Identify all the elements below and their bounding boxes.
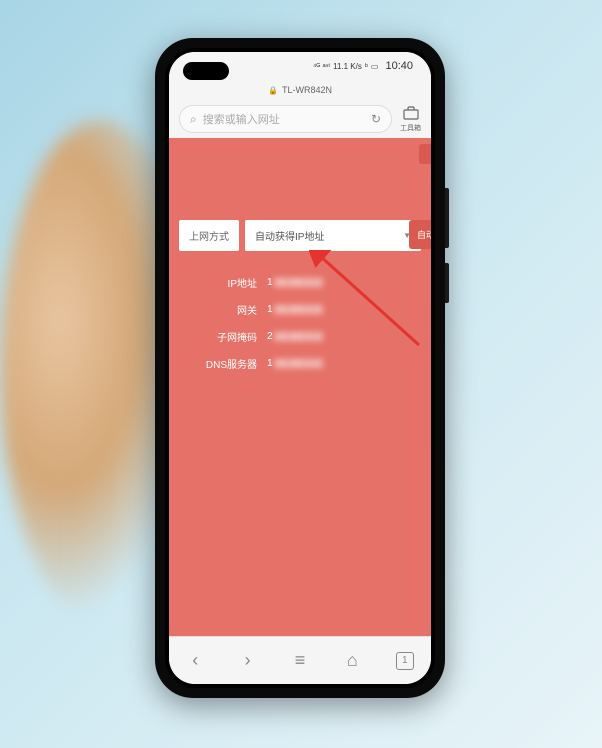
bluetooth-icon: ᵇ — [365, 62, 368, 71]
menu-button[interactable]: ≡ — [280, 641, 320, 681]
method-dropdown[interactable]: 自动获得IP地址 ▼ — [245, 220, 421, 251]
power-button[interactable] — [445, 188, 449, 248]
search-box[interactable]: ⌕ 搜索或输入网址 ↻ — [179, 105, 392, 133]
subnet-row: 子网掩码 2 xx.xxx.x.x — [179, 329, 421, 344]
ip-value-prefix: 1 — [267, 277, 273, 288]
page-title: TL-WR842N — [282, 85, 332, 95]
phone-screen: ⁴ᴳ ᵃⁿᵗ 11.1 K/s ᵇ ▭ 10:40 🔒 TL-WR842N ⌕ … — [169, 52, 431, 684]
refresh-icon[interactable]: ↻ — [371, 112, 381, 126]
network-speed: 11.1 K/s — [333, 62, 362, 71]
router-admin-page: 上网方式 自动获得IP地址 ▼ 自动 IP地址 1 xx.xxx.x.x — [169, 138, 431, 636]
tabs-count: 1 — [396, 652, 414, 670]
battery-icon: ▭ — [371, 62, 379, 71]
home-button[interactable]: ⌂ — [332, 641, 372, 681]
ip-value-blur: xx.xxx.x.x — [273, 277, 324, 288]
clock: 10:40 — [385, 60, 413, 72]
connection-method-row: 上网方式 自动获得IP地址 ▼ 自动 — [179, 220, 421, 251]
subnet-value-blur: xx.xxx.x.x — [273, 331, 324, 342]
search-row: ⌕ 搜索或输入网址 ↻ 工具箱 — [169, 100, 431, 138]
subnet-value-prefix: 2 — [267, 331, 273, 342]
ip-address-row: IP地址 1 xx.xxx.x.x — [179, 275, 421, 290]
gateway-value-blur: xx.xxx.x.x — [273, 304, 324, 315]
subnet-label: 子网掩码 — [179, 329, 267, 344]
camera-punch-hole — [183, 62, 229, 80]
tabs-button[interactable]: 1 — [385, 641, 425, 681]
gateway-label: 网关 — [179, 302, 267, 317]
browser-bottom-nav: ‹ › ≡ ⌂ 1 — [169, 636, 431, 684]
dns-value-blur: xx.xxx.x.x — [273, 358, 324, 369]
gateway-value-prefix: 1 — [267, 304, 273, 315]
top-button-stub[interactable] — [419, 144, 431, 164]
back-button[interactable]: ‹ — [175, 641, 215, 681]
auto-button[interactable]: 自动 — [409, 220, 431, 249]
method-value: 自动获得IP地址 — [255, 228, 324, 243]
dns-value-prefix: 1 — [267, 358, 273, 369]
signal-icon: ⁴ᴳ ᵃⁿᵗ — [313, 62, 330, 71]
dns-label: DNS服务器 — [179, 356, 267, 371]
search-icon: ⌕ — [190, 112, 197, 127]
method-label: 上网方式 — [179, 220, 239, 251]
volume-button[interactable] — [445, 263, 449, 303]
toolbox-button[interactable]: 工具箱 — [400, 106, 421, 133]
gateway-row: 网关 1 xx.xxx.x.x — [179, 302, 421, 317]
toolbox-icon — [403, 106, 419, 123]
forward-button[interactable]: › — [228, 641, 268, 681]
lock-icon: 🔒 — [268, 86, 278, 95]
toolbox-label: 工具箱 — [400, 123, 421, 133]
ip-label: IP地址 — [179, 275, 267, 290]
url-bar[interactable]: 🔒 TL-WR842N — [169, 80, 431, 100]
dns-row: DNS服务器 1 xx.xxx.x.x — [179, 356, 421, 371]
phone-body: ⁴ᴳ ᵃⁿᵗ 11.1 K/s ᵇ ▭ 10:40 🔒 TL-WR842N ⌕ … — [155, 38, 445, 698]
search-placeholder: 搜索或输入网址 — [203, 111, 365, 127]
